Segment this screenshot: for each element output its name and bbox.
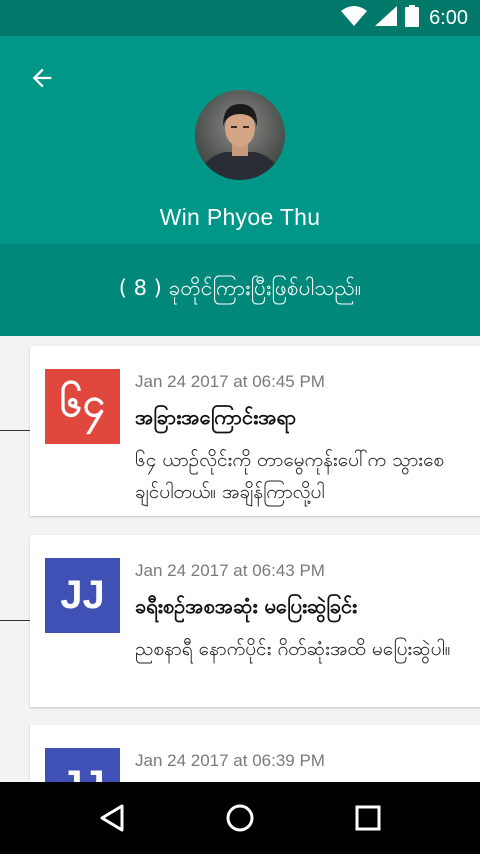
profile-header: Win Phyoe Thu [0,36,480,244]
nav-recents-button[interactable] [338,788,398,848]
avatar[interactable] [195,90,285,180]
status-bar: 6:00 [0,0,480,36]
report-count-banner: ( 8 ) ခုတိုင်ကြားပြီးဖြစ်ပါသည်။ [0,244,480,336]
nav-back-icon [100,804,124,832]
report-date: Jan 24 2017 at 06:45 PM [135,372,325,391]
report-feed[interactable]: ၆၄ Jan 24 2017 at 06:45 PM အခြားအကြောင်း… [0,336,480,782]
nav-home-icon [226,804,254,832]
report-date: Jan 24 2017 at 06:39 PM [135,751,325,770]
report-body: ၆၄ ယာဉ်လိုင်းကို တာမွေကုန်းပေါ်က သွားစေခ… [135,449,445,503]
route-thumbnail: JJ [45,558,120,633]
battery-icon [405,5,420,31]
report-body: ညစနာရီ နောက်ပိုင်း ဂိတ်ဆုံးအထိ မပြေးဆွဲပ… [135,638,451,660]
report-title: ခရီးစဉ်အစအဆုံး မပြေးဆွဲခြင်း [135,594,358,618]
status-time: 6:00 [429,6,468,29]
signal-icon [375,6,398,30]
system-nav-bar [0,782,480,854]
wifi-icon [341,6,368,30]
nav-home-button[interactable] [210,788,270,848]
route-thumbnail: ၆၄ [45,369,120,444]
profile-name: Win Phyoe Thu [159,204,321,230]
route-thumbnail: JJ [45,748,120,782]
back-button[interactable] [22,60,62,96]
status-icons [341,5,420,31]
report-count-text: ( 8 ) ခုတိုင်ကြားပြီးဖြစ်ပါသည်။ [118,275,362,300]
report-date: Jan 24 2017 at 06:43 PM [135,561,325,580]
report-card[interactable]: JJ Jan 24 2017 at 06:39 PM [30,725,480,782]
arrow-back-icon [32,68,52,88]
report-card[interactable]: JJ Jan 24 2017 at 06:43 PM ခရီးစဉ်အစအဆုံ… [30,535,480,707]
nav-back-button[interactable] [82,788,142,848]
timeline-divider [0,620,30,621]
timeline-divider [0,430,30,431]
nav-recents-icon [355,805,381,831]
report-title: အခြားအကြောင်းအရာ [135,405,297,429]
report-card[interactable]: ၆၄ Jan 24 2017 at 06:45 PM အခြားအကြောင်း… [30,346,480,516]
